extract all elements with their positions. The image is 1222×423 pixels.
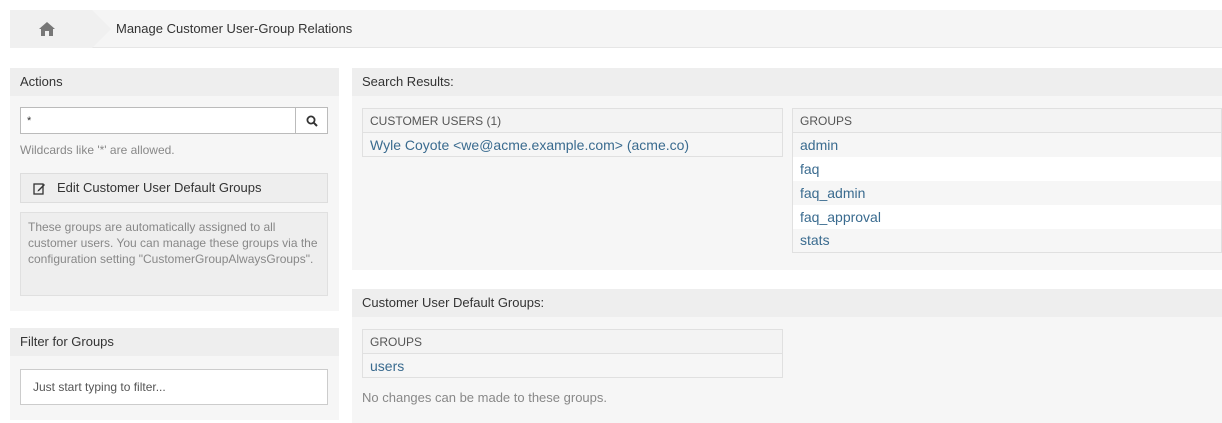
default-groups-column: GROUPS bbox=[362, 329, 783, 354]
group-link[interactable]: faq_admin bbox=[800, 185, 865, 201]
default-groups-table: GROUPS users bbox=[362, 329, 783, 378]
breadcrumb-home[interactable] bbox=[10, 10, 111, 48]
home-icon[interactable] bbox=[38, 21, 56, 37]
table-row: stats bbox=[792, 228, 1222, 253]
default-groups-panel: Customer User Default Groups: GROUPS use… bbox=[352, 289, 1222, 423]
group-link[interactable]: faq_approval bbox=[800, 209, 881, 225]
groups-table: GROUPS admin faq faq_admin faq_approval … bbox=[792, 108, 1222, 253]
table-row: faq_approval bbox=[792, 204, 1222, 229]
edit-icon bbox=[33, 183, 45, 195]
default-group-name: users bbox=[362, 353, 783, 378]
table-row: admin bbox=[792, 132, 1222, 157]
filter-input[interactable] bbox=[20, 369, 328, 405]
actions-panel: Actions Wildcards like '*' are allowed. … bbox=[10, 68, 339, 311]
table-row: faq bbox=[792, 156, 1222, 181]
customer-user-link[interactable]: Wyle Coyote <we@acme.example.com> (acme.… bbox=[370, 137, 689, 153]
filter-header: Filter for Groups bbox=[10, 328, 339, 356]
search-icon bbox=[306, 115, 318, 127]
search-results-panel: Search Results: CUSTOMER USERS (1) Wyle … bbox=[352, 68, 1222, 270]
default-groups-note: No changes can be made to these groups. bbox=[362, 390, 607, 405]
search-results-header: Search Results: bbox=[352, 68, 1222, 96]
groups-column: GROUPS bbox=[792, 108, 1222, 133]
group-link[interactable]: admin bbox=[800, 137, 838, 153]
customer-users-column: CUSTOMER USERS (1) bbox=[362, 108, 783, 133]
breadcrumb: Manage Customer User-Group Relations bbox=[10, 10, 1222, 48]
filter-panel: Filter for Groups bbox=[10, 328, 339, 420]
actions-header: Actions bbox=[10, 68, 339, 96]
customer-users-table: CUSTOMER USERS (1) Wyle Coyote <we@acme.… bbox=[362, 108, 783, 157]
search-input[interactable] bbox=[20, 107, 296, 134]
table-row: faq_admin bbox=[792, 180, 1222, 205]
wildcard-hint: Wildcards like '*' are allowed. bbox=[20, 143, 175, 157]
table-row: users bbox=[362, 353, 783, 378]
default-groups-info: These groups are automatically assigned … bbox=[20, 212, 328, 296]
search-button[interactable] bbox=[295, 107, 328, 134]
group-link[interactable]: stats bbox=[800, 232, 830, 248]
edit-default-groups-label: Edit Customer User Default Groups bbox=[57, 180, 262, 195]
group-link[interactable]: faq bbox=[800, 161, 819, 177]
table-row: Wyle Coyote <we@acme.example.com> (acme.… bbox=[362, 132, 783, 157]
page-title: Manage Customer User-Group Relations bbox=[116, 21, 353, 36]
default-groups-header: Customer User Default Groups: bbox=[352, 289, 1222, 317]
search-form bbox=[20, 107, 328, 134]
edit-default-groups-button[interactable]: Edit Customer User Default Groups bbox=[20, 173, 328, 203]
